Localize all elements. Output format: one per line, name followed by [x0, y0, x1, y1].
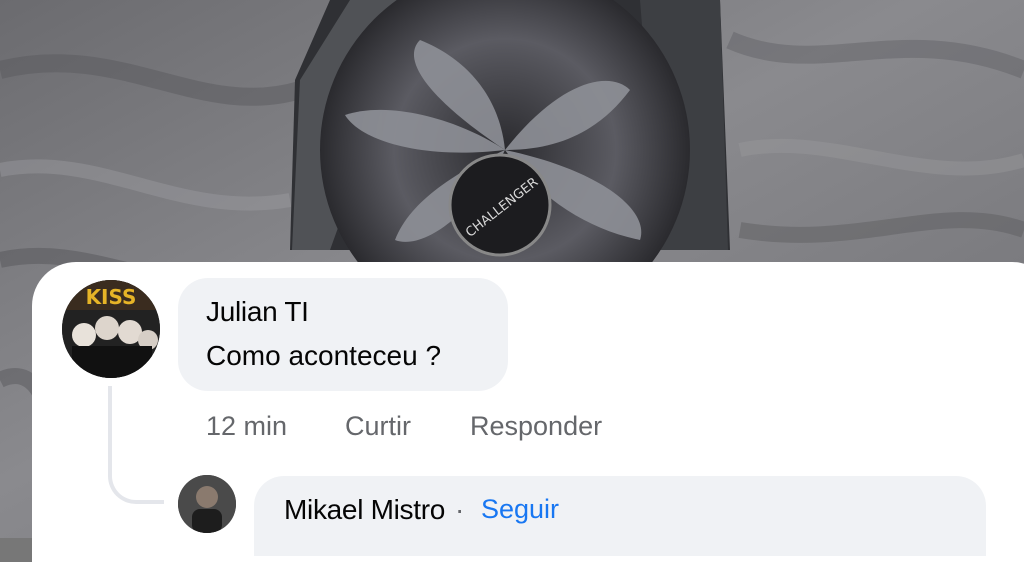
like-button[interactable]: Curtir — [345, 411, 411, 442]
julian-comment-bubble — [178, 278, 508, 391]
thread-connector-line — [108, 386, 164, 504]
person-photo-icon — [178, 475, 236, 533]
kiss-logo: KISS — [86, 285, 137, 309]
julian-avatar[interactable]: KISS — [62, 280, 160, 378]
mikael-avatar[interactable] — [178, 475, 236, 533]
comment-timestamp[interactable]: 12 min — [206, 411, 287, 442]
reply-button[interactable]: Responder — [470, 411, 602, 442]
comment-author-name[interactable]: Julian TI — [206, 296, 309, 328]
reply-author-name[interactable]: Mikael Mistro — [284, 494, 445, 526]
follow-link[interactable]: Seguir — [481, 494, 559, 525]
separator-dot: · — [455, 494, 465, 525]
comment-text: Como aconteceu ? — [206, 340, 442, 371]
kiss-band-photo-icon: KISS — [62, 280, 160, 378]
